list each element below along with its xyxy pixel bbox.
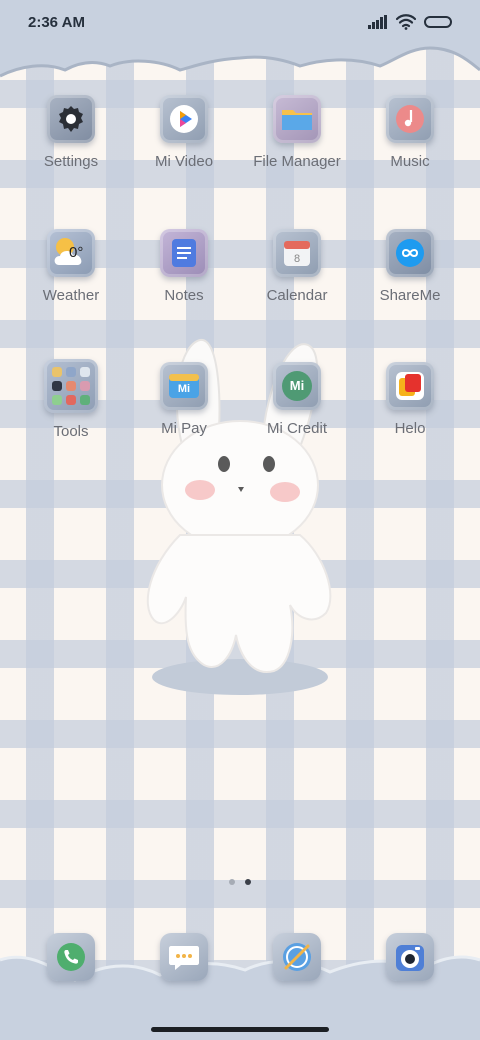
battery-icon (424, 16, 452, 28)
app-label: Tools (53, 423, 89, 440)
dock-messages-icon[interactable] (160, 933, 208, 981)
dock-browser-icon[interactable] (273, 933, 321, 981)
infinity-icon (386, 229, 434, 277)
status-bar: 2:36 AM (0, 0, 480, 44)
app-label: ShareMe (379, 287, 441, 304)
app-label: Weather (42, 287, 100, 304)
app-label: Helo (394, 420, 426, 437)
play-icon (160, 95, 208, 143)
status-icons (368, 14, 452, 30)
app-label: Music (390, 153, 430, 170)
app-label: File Manager (253, 153, 341, 170)
app-mi-pay[interactable]: Mi Mi Pay (129, 362, 239, 437)
gear-icon (47, 95, 95, 143)
signal-icon (368, 15, 387, 29)
app-mi-credit[interactable]: Mi Mi Credit (242, 362, 352, 437)
card-icon: Mi (160, 362, 208, 410)
folder-icon (273, 95, 321, 143)
app-label: Notes (164, 287, 204, 304)
page-dot-2-active[interactable] (245, 879, 251, 885)
app-calendar[interactable]: 8 Calendar (242, 229, 352, 304)
credit-glyph: Mi (289, 378, 305, 393)
credit-icon: Mi (273, 362, 321, 410)
app-helo[interactable]: Helo (355, 362, 465, 437)
app-shareme[interactable]: ShareMe (355, 229, 465, 304)
folder-grid-icon (44, 359, 98, 413)
app-notes[interactable]: Notes (129, 229, 239, 304)
app-music[interactable]: Music (355, 95, 465, 170)
music-note-icon (386, 95, 434, 143)
page-indicator (0, 879, 480, 885)
app-label: Mi Pay (161, 420, 207, 437)
weather-sun-cloud-icon: 0° (47, 229, 95, 277)
status-time: 2:36 AM (28, 13, 85, 31)
wifi-icon (396, 14, 416, 30)
app-label: Mi Video (154, 153, 214, 170)
app-mi-video[interactable]: Mi Video (129, 95, 239, 170)
app-weather[interactable]: 0° Weather (16, 229, 126, 304)
app-label: Mi Credit (266, 420, 327, 437)
card-glyph: Mi (177, 383, 191, 395)
app-folder-tools[interactable]: Tools (16, 359, 126, 440)
app-file-manager[interactable]: File Manager (242, 95, 352, 170)
calendar-day: 8 (293, 253, 301, 265)
app-label: Calendar (266, 287, 328, 304)
app-label: Settings (43, 153, 99, 170)
calendar-icon: 8 (273, 229, 321, 277)
app-settings[interactable]: Settings (16, 95, 126, 170)
page-dot-1[interactable] (229, 879, 235, 885)
notes-icon (160, 229, 208, 277)
dock-phone-icon[interactable] (47, 933, 95, 981)
dock-camera-icon[interactable] (386, 933, 434, 981)
helo-icon (386, 362, 434, 410)
home-indicator[interactable] (151, 1027, 329, 1032)
weather-temp: 0° (69, 244, 84, 261)
